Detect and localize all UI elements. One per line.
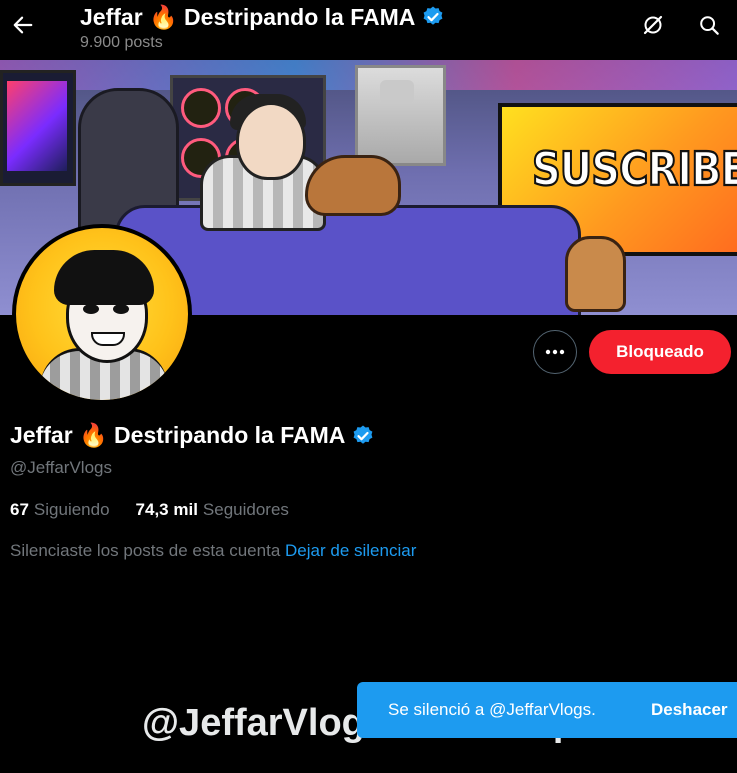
following-label: Siguiendo [33,500,110,519]
header-title-text: Jeffar 🔥 Destripando la FAMA [80,4,416,30]
followers-label: Seguidores [202,500,289,519]
back-arrow-icon [13,16,33,34]
muted-notice-text: Silenciaste los posts de esta cuenta [10,541,281,560]
banner-character-head [236,102,306,180]
search-icon [700,16,719,35]
verified-badge-icon[interactable] [351,424,375,448]
banner-plaque [355,65,446,166]
header-title: Jeffar 🔥 Destripando la FAMA [80,2,445,32]
profile-handle: @JeffarVlogs [10,458,112,477]
followers-link[interactable]: 74,3 mil Seguidores [136,500,289,520]
banner-dog [305,155,401,216]
avatar[interactable] [12,224,192,404]
muted-notice: Silenciaste los posts de esta cuenta Dej… [10,541,416,561]
header-title-block: Jeffar 🔥 Destripando la FAMA 9.900 posts [80,2,445,52]
mute-toast: Se silenció a @JeffarVlogs. Deshacer [357,682,737,738]
unmute-link[interactable]: Dejar de silenciar [285,541,416,560]
search-button[interactable] [692,8,726,42]
follow-stats: 67 Siguiendo 74,3 mil Seguidores [10,500,289,520]
avatar-hair [54,250,154,305]
blocked-button[interactable]: Bloqueado [589,330,731,374]
post-count: 9.900 posts [80,34,163,51]
banner-dog-small [565,236,626,312]
grok-icon [643,15,663,35]
following-count: 67 [10,500,29,519]
grok-button[interactable] [636,8,670,42]
top-bar: Jeffar 🔥 Destripando la FAMA 9.900 posts [0,0,737,60]
undo-button[interactable]: Deshacer [651,700,728,720]
toast-message: Se silenció a @JeffarVlogs. [388,700,596,719]
verified-badge-icon [423,6,443,25]
followers-count: 74,3 mil [135,500,198,519]
banner-monitor [0,70,76,186]
more-options-button[interactable] [533,330,577,374]
following-link[interactable]: 67 Siguiendo [10,500,110,520]
profile-name-row: Jeffar 🔥 Destripando la FAMA [10,422,375,449]
back-button[interactable] [6,8,40,42]
profile-display-name: Jeffar 🔥 Destripando la FAMA [10,422,346,448]
banner-tv-text: SUSCRIBETE [531,142,737,197]
more-dots-icon [545,349,565,355]
